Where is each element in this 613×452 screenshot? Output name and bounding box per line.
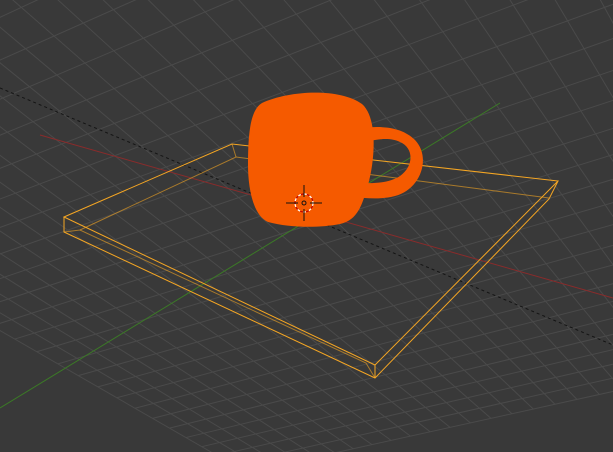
- grid-line: [423, 0, 613, 346]
- grid-line: [336, 390, 613, 452]
- cup-object[interactable]: [248, 92, 423, 227]
- grid-line: [134, 283, 613, 409]
- viewport-canvas[interactable]: [0, 0, 613, 452]
- grid-line: [0, 26, 471, 424]
- grid-line: [97, 244, 613, 388]
- grid-line: [0, 330, 213, 452]
- grid-line: [0, 0, 504, 89]
- 3d-viewport[interactable]: [0, 0, 613, 452]
- cup-body: [248, 92, 374, 227]
- grid-line: [0, 293, 261, 452]
